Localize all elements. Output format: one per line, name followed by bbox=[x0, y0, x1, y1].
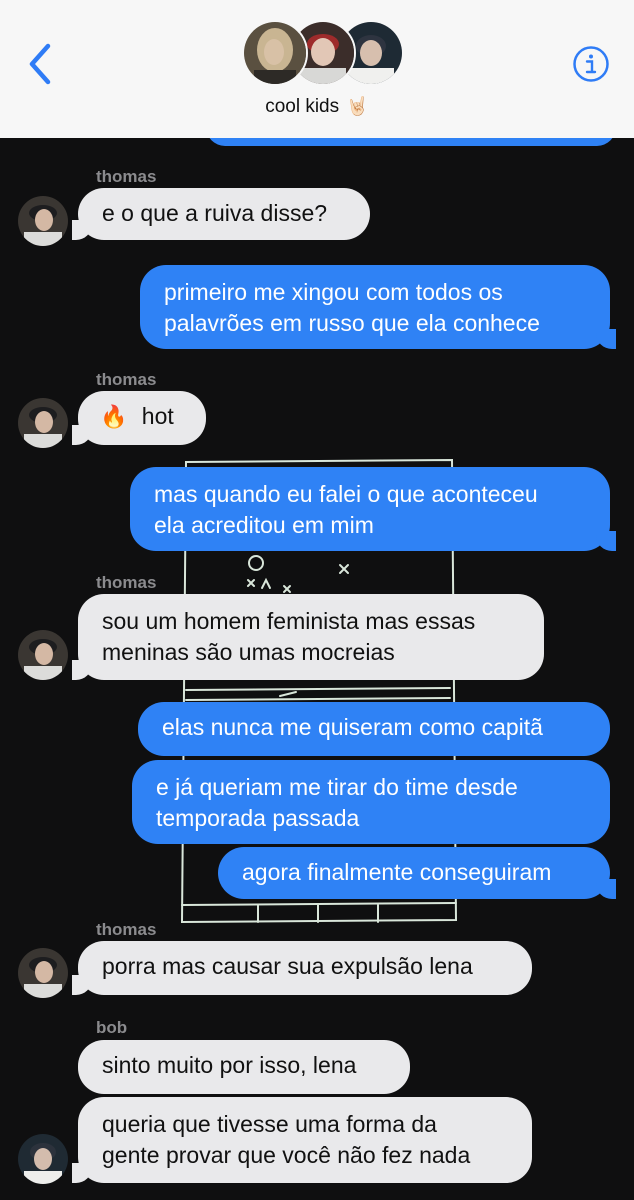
message-text-line: queria que tivesse uma forma da bbox=[102, 1111, 437, 1137]
message-text-line: meninas são umas mocreias bbox=[102, 639, 395, 665]
group-title[interactable]: cool kids 🤘🏻 bbox=[0, 96, 634, 118]
message-text: elas nunca me quiseram como capitã bbox=[162, 714, 543, 740]
sender-name: thomas bbox=[96, 920, 157, 939]
message-text-line: palavrões em russo que ela conhece bbox=[164, 310, 540, 336]
message-bubble-in[interactable]: e o que a ruiva disse? bbox=[72, 188, 370, 240]
sender-name: thomas bbox=[96, 167, 157, 186]
message-bubble-out[interactable]: agora finalmente conseguiram bbox=[218, 847, 616, 899]
avatar-thomas[interactable] bbox=[18, 948, 68, 998]
message-bubble-out[interactable]: elas nunca me quiseram como capitã bbox=[138, 702, 610, 756]
avatar-bob[interactable] bbox=[18, 1134, 68, 1184]
avatar-thomas[interactable] bbox=[18, 196, 68, 246]
rock-hand-emoji: 🤘🏻 bbox=[346, 96, 369, 116]
sender-name: thomas bbox=[96, 370, 157, 389]
message-text-line: primeiro me xingou com todos os bbox=[164, 279, 503, 305]
avatar-member-1 bbox=[242, 20, 308, 86]
message-text-line: temporada passada bbox=[156, 805, 360, 831]
message-bubble-in[interactable]: sinto muito por isso, lena bbox=[78, 1040, 410, 1094]
message-bubble-in[interactable]: sou um homem feminista mas essas meninas… bbox=[72, 594, 544, 680]
sender-name: thomas bbox=[96, 573, 157, 592]
message-bubble-out[interactable]: mas quando eu falei o que aconteceu ela … bbox=[130, 467, 616, 551]
message-text: sinto muito por isso, lena bbox=[102, 1052, 357, 1078]
fire-emoji: 🔥 bbox=[100, 404, 128, 429]
message-bubble-out[interactable]: primeiro me xingou com todos os palavrõe… bbox=[140, 265, 616, 349]
avatar-thomas[interactable] bbox=[18, 398, 68, 448]
message-text-line: ela acreditou em mim bbox=[154, 512, 374, 538]
message-text: agora finalmente conseguiram bbox=[242, 859, 552, 885]
message-text-line: e já queriam me tirar do time desde bbox=[156, 774, 518, 800]
message-bubble-in[interactable]: 🔥 hot bbox=[72, 391, 206, 445]
avatar-thomas[interactable] bbox=[18, 630, 68, 680]
back-chevron-icon[interactable] bbox=[24, 40, 60, 88]
message-text: hot bbox=[141, 403, 174, 429]
message-text-line: gente provar que você não fez nada bbox=[102, 1142, 471, 1168]
chat-header: cool kids 🤘🏻 bbox=[0, 0, 634, 138]
info-icon[interactable] bbox=[572, 45, 610, 83]
group-avatars[interactable] bbox=[242, 20, 404, 86]
message-bubble-in[interactable]: porra mas causar sua expulsão lena bbox=[72, 941, 532, 995]
message-text: porra mas causar sua expulsão lena bbox=[102, 953, 473, 979]
message-text: e o que a ruiva disse? bbox=[102, 200, 328, 226]
message-bubble-out[interactable]: e já queriam me tirar do time desde temp… bbox=[132, 760, 610, 844]
message-bubble-in[interactable]: queria que tivesse uma forma da gente pr… bbox=[72, 1097, 532, 1183]
group-title-text: cool kids bbox=[265, 96, 340, 117]
sender-name: bob bbox=[96, 1018, 128, 1037]
message-text-line: mas quando eu falei o que aconteceu bbox=[154, 481, 538, 507]
message-text-line: sou um homem feminista mas essas bbox=[102, 608, 476, 634]
